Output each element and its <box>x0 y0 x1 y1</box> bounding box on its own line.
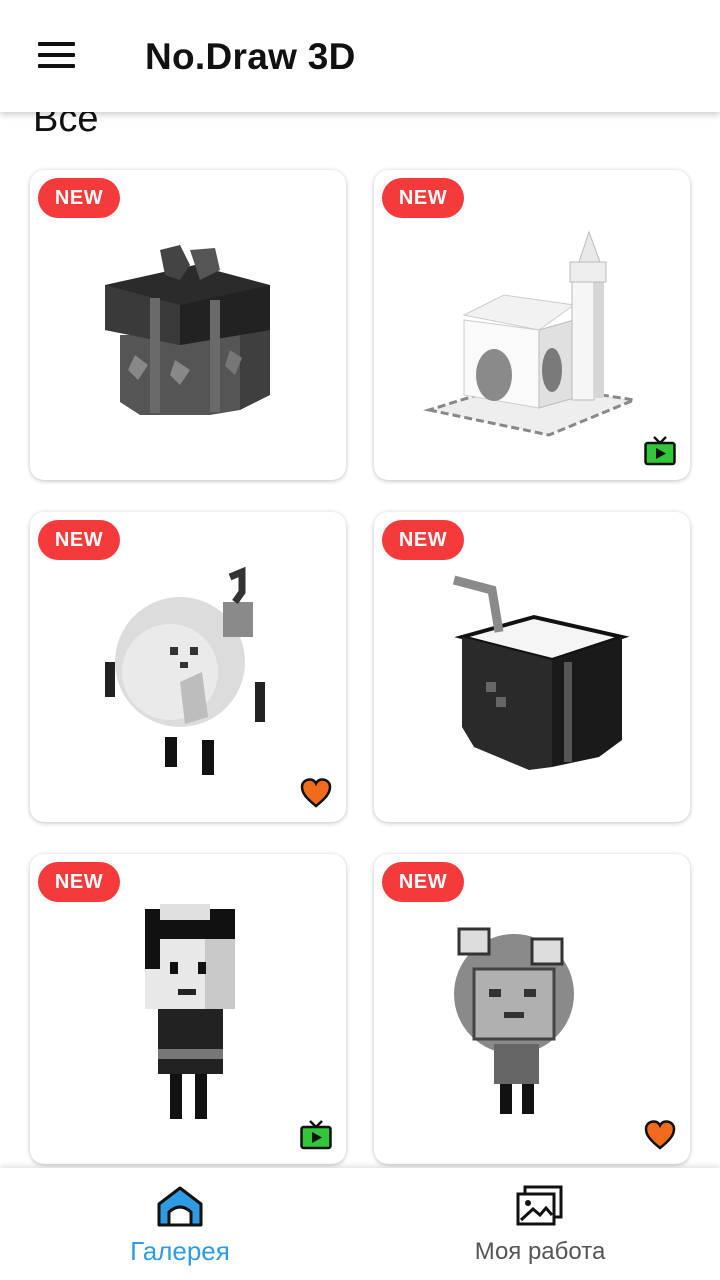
new-badge: NEW <box>38 520 120 560</box>
heart-icon[interactable] <box>644 1120 676 1150</box>
video-ad-icon <box>644 436 676 466</box>
app-title: No.Draw 3D <box>145 36 356 77</box>
nav-label-my-work: Моя работа <box>474 1238 606 1265</box>
nav-tab-my-work[interactable]: Моя работа <box>360 1168 720 1280</box>
gallery-card-mosque[interactable]: NEW <box>374 170 690 480</box>
gallery-card-round-character[interactable]: NEW <box>30 512 346 822</box>
my-work-pictures-icon <box>516 1185 563 1226</box>
new-badge: NEW <box>382 520 464 560</box>
nav-tab-gallery[interactable]: Галерея <box>0 1168 360 1280</box>
video-ad-icon <box>300 1120 332 1150</box>
gallery-card-frog-hood-character[interactable]: NEW <box>374 854 690 1164</box>
new-badge: NEW <box>382 862 464 902</box>
gallery-content[interactable]: Все NEW NEW NEW NEW NEW NEW <box>0 112 720 1168</box>
nav-label-gallery: Галерея <box>130 1236 230 1266</box>
heart-icon[interactable] <box>300 778 332 808</box>
new-badge: NEW <box>382 178 464 218</box>
app-bar: No.Draw 3D <box>0 0 720 112</box>
gallery-card-gift-box[interactable]: NEW <box>30 170 346 480</box>
hamburger-icon-line <box>37 64 75 68</box>
hamburger-icon-line <box>37 53 75 57</box>
gallery-card-girl-character[interactable]: NEW <box>30 854 346 1164</box>
section-title: Все <box>33 112 99 140</box>
hamburger-icon-line <box>37 42 75 46</box>
gallery-card-coconut-drink[interactable]: NEW <box>374 512 690 822</box>
new-badge: NEW <box>38 862 120 902</box>
bottom-navigation: Галерея Моя работа <box>0 1168 720 1280</box>
menu-button[interactable] <box>26 30 86 80</box>
new-badge: NEW <box>38 178 120 218</box>
gallery-home-icon <box>157 1186 203 1227</box>
